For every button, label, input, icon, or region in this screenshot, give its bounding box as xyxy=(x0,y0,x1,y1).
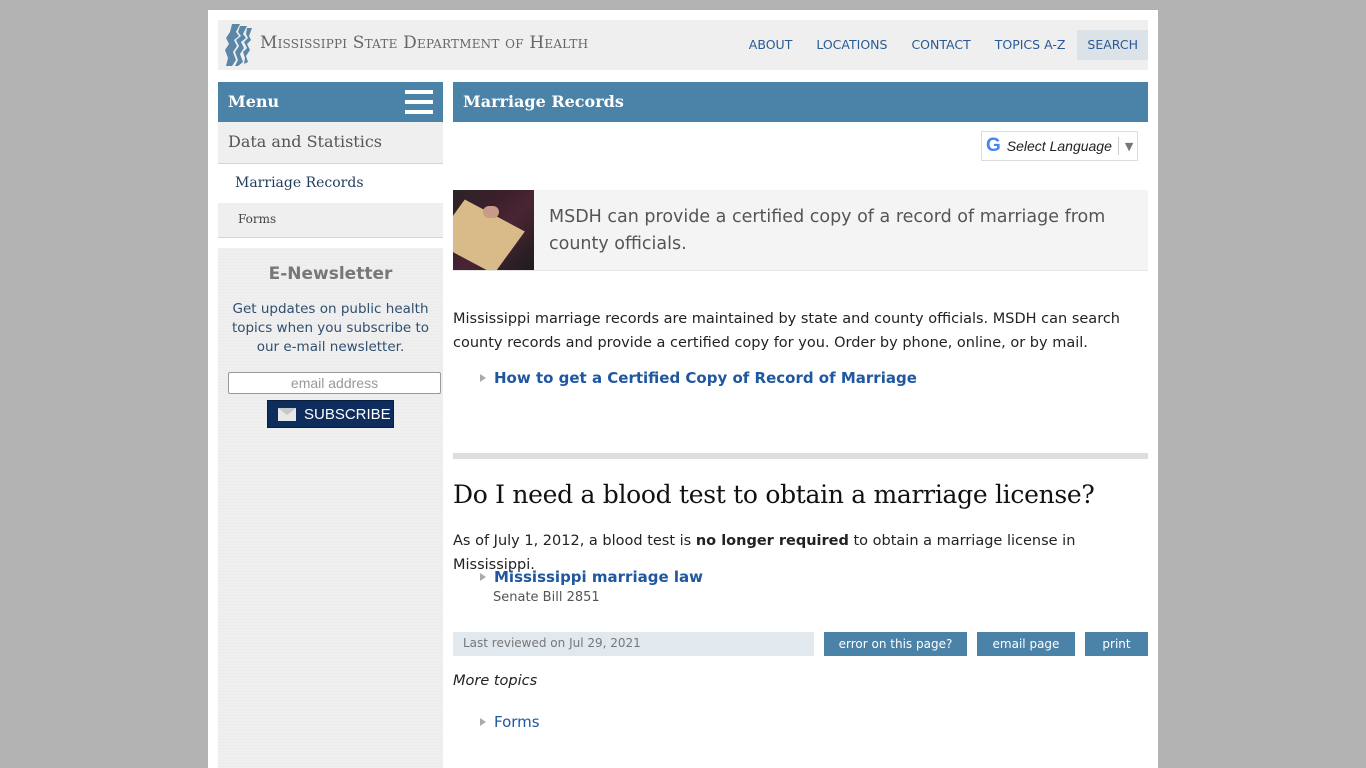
page-title-bar: Marriage Records xyxy=(453,82,1148,122)
more-topics-forms-link[interactable]: Forms xyxy=(494,713,540,731)
subscribe-label: SUBSCRIBE xyxy=(304,405,391,423)
records-paragraph: Mississippi marriage records are maintai… xyxy=(453,311,1120,351)
sidebar-item-marriage-records[interactable]: Marriage Records xyxy=(218,164,443,203)
nav-locations[interactable]: LOCATIONS xyxy=(804,30,899,60)
nav-contact[interactable]: CONTACT xyxy=(899,30,982,60)
print-button[interactable]: print xyxy=(1085,632,1148,656)
marriage-law-subtitle: Senate Bill 2851 xyxy=(493,590,600,605)
page-title: Marriage Records xyxy=(463,92,624,111)
last-reviewed: Last reviewed on Jul 29, 2021 xyxy=(453,632,814,656)
nav-search[interactable]: SEARCH xyxy=(1077,30,1148,60)
emphasis-text: no longer required xyxy=(695,533,849,549)
sidebar-menu-bar[interactable]: Menu xyxy=(218,82,443,122)
intro-text: MSDH can provide a certified copy of a r… xyxy=(549,207,1106,254)
bullet-triangle-icon xyxy=(480,573,486,581)
site-header: Mississippi State Department of Health A… xyxy=(218,20,1148,70)
marriage-certificate-image xyxy=(453,190,534,270)
list-item: Forms xyxy=(480,713,540,731)
nav-topics-a-z[interactable]: TOPICS A-Z xyxy=(983,30,1078,60)
section-divider xyxy=(453,453,1148,459)
site-title[interactable]: Mississippi State Department of Health xyxy=(260,33,588,53)
divider xyxy=(1117,137,1119,155)
newsletter-panel: E-Newsletter Get updates on public healt… xyxy=(218,248,443,768)
blood-test-heading: Do I need a blood test to obtain a marri… xyxy=(453,480,1095,509)
menu-label: Menu xyxy=(228,92,280,111)
more-topics-label: More topics xyxy=(453,673,538,689)
list-item: How to get a Certified Copy of Record of… xyxy=(480,369,917,387)
email-input[interactable]: email address xyxy=(228,372,441,394)
hamburger-icon[interactable] xyxy=(405,90,433,114)
intro-callout: MSDH can provide a certified copy of a r… xyxy=(453,190,1148,271)
google-g-icon: G xyxy=(986,135,1001,156)
subscribe-button[interactable]: SUBSCRIBE xyxy=(267,400,394,428)
email-page-button[interactable]: email page xyxy=(977,632,1075,656)
list-item: Mississippi marriage law xyxy=(480,568,703,586)
language-select-label: Select Language xyxy=(1006,138,1112,154)
marriage-law-link[interactable]: Mississippi marriage law xyxy=(494,568,703,586)
top-navigation: ABOUT LOCATIONS CONTACT TOPICS A-Z SEARC… xyxy=(737,30,1148,60)
bullet-triangle-icon xyxy=(480,374,486,382)
error-on-page-button[interactable]: error on this page? xyxy=(824,632,967,656)
newsletter-title: E-Newsletter xyxy=(268,264,393,284)
envelope-icon xyxy=(278,407,296,421)
text: As of July 1, 2012, a blood test is xyxy=(453,533,696,549)
msdh-logo-icon[interactable] xyxy=(222,22,254,68)
bullet-triangle-icon xyxy=(480,718,486,726)
newsletter-description: Get updates on public health topics when… xyxy=(231,301,430,355)
caret-down-icon: ▼ xyxy=(1124,139,1134,153)
page-container: Mississippi State Department of Health A… xyxy=(208,10,1158,768)
sidebar-item-data-and-statistics[interactable]: Data and Statistics xyxy=(218,122,443,164)
nav-about[interactable]: ABOUT xyxy=(737,30,805,60)
sidebar-item-forms[interactable]: Forms xyxy=(218,203,443,238)
language-select[interactable]: G Select Language ▼ xyxy=(981,131,1138,161)
certified-copy-link[interactable]: How to get a Certified Copy of Record of… xyxy=(494,369,917,387)
